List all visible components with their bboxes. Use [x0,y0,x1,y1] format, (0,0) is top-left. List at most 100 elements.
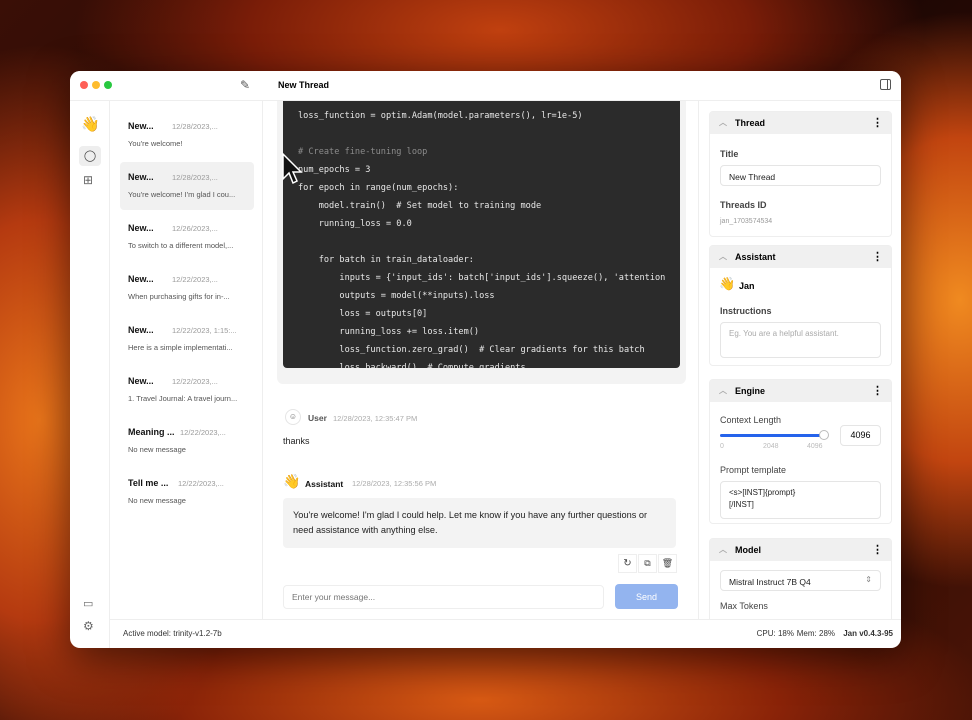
thread-title: New... [128,121,154,131]
chevron-up-icon[interactable]: ︿ [719,246,727,268]
thread-title: New... [128,325,154,335]
code-line: loss_function = optim.Adam(model.paramet… [298,111,583,121]
thread-snippet: No new message [128,445,186,454]
thread-date: 12/22/2023,... [180,428,226,437]
thread-item[interactable]: New... 12/22/2023, 1:15:... Here is a simp… [120,315,254,363]
copy-icon[interactable]: ⧉ [638,554,657,573]
section-title: Engine [735,386,766,396]
code-line: loss = outputs[0] [298,309,428,319]
slider-tick-mid: 2048 [763,443,779,450]
close-window-button[interactable] [80,81,88,89]
assistant-message-text: You're welcome! I'm glad I could help. L… [283,498,676,548]
chevron-up-icon[interactable]: ︿ [719,380,727,402]
more-vertical-icon[interactable]: ⋮ [872,112,883,134]
window-title: New Thread [278,80,330,90]
section-title: Thread [735,118,766,128]
chevron-up-icon[interactable]: ︿ [719,112,727,134]
instructions-textarea[interactable]: Eg. You are a helpful assistant. [720,322,881,358]
code-line: running_loss += loss.item() [298,327,480,337]
thread-section-header[interactable]: ︿ Thread ⋮ [710,112,891,134]
code-line: outputs = model(**inputs).loss [298,291,495,301]
title-label: Title [720,149,739,159]
thread-item[interactable]: New... 12/22/2023,... When purchasing gift… [120,264,254,312]
thread-settings-panel: ︿ Thread ⋮ Title New Thread Threads ID jan… [698,101,901,619]
engine-section-header[interactable]: ︿ Engine ⋮ [710,380,891,402]
code-line: loss.backward() # Compute gradients [298,363,526,368]
thread-date: 12/28/2023,... [172,173,218,182]
toggle-right-panel-icon[interactable] [880,79,891,90]
minimize-window-button[interactable] [92,81,100,89]
thread-title: Meaning ... [128,427,175,437]
maximize-window-button[interactable] [104,81,112,89]
thread-snippet: Here is a simple implementati... [128,343,233,352]
thread-date: 12/22/2023,... [172,275,218,284]
slider-tick-min: 0 [720,443,724,450]
thread-date: 12/28/2023,... [172,122,218,131]
code-line: loss_function.zero_grad() # Clear gradie… [298,345,645,355]
jan-logo-wave-icon[interactable]: 👋 [81,115,100,133]
user-timestamp: 12/28/2023, 12:35:47 PM [333,414,418,423]
thread-date: 12/22/2023, 1:15:... [172,326,237,335]
code-line: # Create fine-tuning loop [298,147,428,157]
model-select-value: Mistral Instruct 7B Q4 [729,577,811,587]
user-avatar-icon: ☺ [285,409,301,425]
chevron-up-icon[interactable]: ︿ [719,539,727,561]
thread-item-selected[interactable]: New... 12/28/2023,... You're welcome! I'm … [120,162,254,210]
assistant-section-header[interactable]: ︿ Assistant ⋮ [710,246,891,268]
assistant-wave-icon: 👋 [719,276,736,291]
thread-snippet: To switch to a different model,... [128,241,234,250]
send-button[interactable]: Send [615,584,678,609]
thread-date: 12/26/2023,... [172,224,218,233]
hub-grid-icon[interactable]: ⊞ [83,173,93,187]
more-vertical-icon[interactable]: ⋮ [872,539,883,561]
more-vertical-icon[interactable]: ⋮ [872,246,883,268]
thread-snippet: When purchasing gifts for in-... [128,292,230,301]
regenerate-icon[interactable]: ↻ [618,554,637,573]
thread-snippet: You're welcome! [128,139,183,148]
icon-rail: 👋 ◯ ⊞ ▭ ⚙ [70,101,110,648]
section-title: Assistant [735,252,776,262]
user-name: User [308,413,327,423]
code-line: for batch in train_dataloader: [298,255,474,265]
thread-list: New... 12/28/2023,... You're welcome! New.… [110,101,263,619]
prompt-template-label: Prompt template [720,465,787,475]
system-monitor-icon[interactable]: ▭ [83,597,93,610]
instructions-label: Instructions [720,306,772,316]
new-thread-compose-icon[interactable]: ✎ [240,78,250,92]
app-window: ✎ New Thread 👋 ◯ ⊞ ▭ ⚙ New... 12/28/2023,… [70,71,901,648]
context-length-slider[interactable] [720,430,829,440]
engine-section: ︿ Engine ⋮ Context Length 0 2048 4096 4096… [709,379,892,524]
thread-snippet: No new message [128,496,186,505]
thread-item[interactable]: Meaning ... 12/22/2023,... No new message [120,417,254,465]
thread-item[interactable]: New... 12/22/2023,... 1. Travel Journal: A… [120,366,254,414]
model-select[interactable]: Mistral Instruct 7B Q4 ⇕ [720,570,881,591]
thread-date: 12/22/2023,... [178,479,224,488]
delete-trash-icon[interactable]: 🗑 [658,554,677,573]
settings-gear-icon[interactable]: ⚙ [83,619,94,633]
model-section-header[interactable]: ︿ Model ⋮ [710,539,891,561]
slider-tick-max: 4096 [807,443,823,450]
message-input[interactable] [283,585,604,609]
assistant-section: ︿ Assistant ⋮ 👋 Jan Instructions Eg. You a… [709,245,892,366]
assistant-name: Assistant [305,479,344,489]
code-block: loss_function = optim.Adam(model.paramet… [283,101,680,368]
more-vertical-icon[interactable]: ⋮ [872,380,883,402]
thread-item[interactable]: New... 12/26/2023,... To switch to a diffe… [120,213,254,261]
context-length-input[interactable]: 4096 [840,425,881,446]
thread-id-label: Threads ID [720,200,767,210]
chat-icon[interactable]: ◯ [79,146,101,166]
mouse-cursor-icon [282,153,303,185]
thread-item[interactable]: New... 12/28/2023,... You're welcome! [120,111,254,159]
thread-title: New... [128,376,154,386]
thread-title: New... [128,223,154,233]
thread-date: 12/22/2023,... [172,377,218,386]
thread-title-input[interactable]: New Thread [720,165,881,186]
slider-thumb[interactable] [819,430,829,440]
thread-item[interactable]: Tell me ... 12/22/2023,... No new message [120,468,254,516]
prompt-template-textarea[interactable]: <s>[INST]{prompt} [/INST] [720,481,881,519]
assistant-name: Jan [739,281,755,291]
thread-section: ︿ Thread ⋮ Title New Thread Threads ID jan… [709,111,892,237]
user-message-text: thanks [283,436,310,446]
